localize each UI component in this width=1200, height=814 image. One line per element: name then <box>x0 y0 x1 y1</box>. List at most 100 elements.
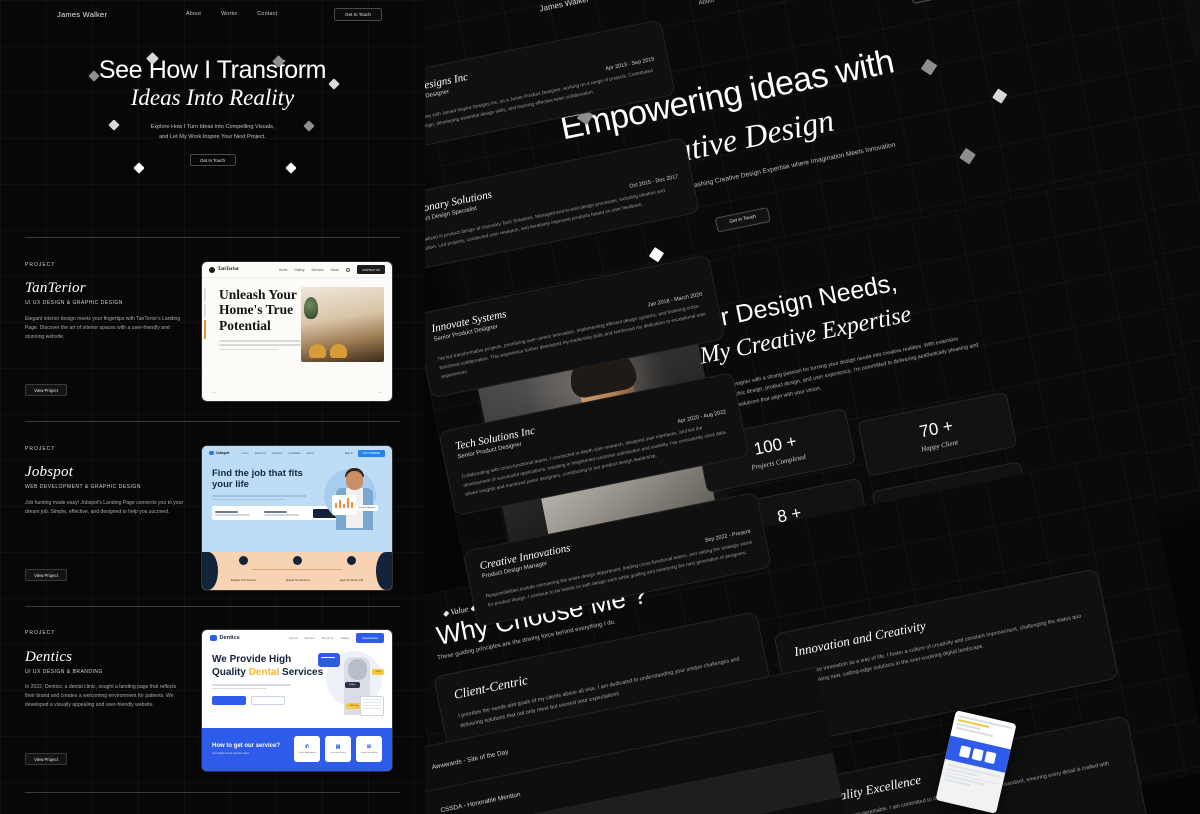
thumb-nav-actions: Sign In GET STARTED <box>345 449 385 457</box>
left-navbar: James Walker About Works Contact Get In … <box>0 0 425 28</box>
experience-card-tech-solutions: Tech Solutions Inc Senior Product Design… <box>438 372 750 517</box>
thumb-nav-service[interactable]: Service <box>304 636 314 640</box>
project-label: PROJECT <box>25 630 56 636</box>
decor-diamond <box>959 147 976 165</box>
project-tags: WEB DEVELOPMENT & GRAPHIC DESIGN <box>25 484 141 490</box>
project-thumbnail-jobspot[interactable]: Jobspot Home About Us Features Candidate… <box>201 445 393 591</box>
bar-chart-icon <box>335 498 353 508</box>
hero-section: See How I Transform Ideas Into Reality E… <box>0 56 425 167</box>
deck-get-in-touch-button[interactable]: Get in Touch <box>909 0 970 4</box>
nav-link-works[interactable]: Works <box>221 11 237 17</box>
experience-card-innovate: Innovate Systems Senior Product Designer… <box>425 254 726 399</box>
hero-cta-button[interactable]: Get In Touch <box>189 154 236 167</box>
award-text: CSSDA - Honorable Mention <box>439 791 522 814</box>
thumb-nav-links: Home Service About Us Pages Appointment <box>289 633 384 643</box>
get-in-touch-button[interactable]: Get In Touch <box>334 7 382 21</box>
thumb-nav-pages[interactable]: Pages <box>341 636 350 640</box>
thumb-navbar: Jobspot Home About Us Features Candidate… <box>202 446 392 460</box>
step-item: Apply for Dream Job <box>340 556 363 586</box>
project-thumbnail-tanterior[interactable]: TanTerior Home Gallery Services About CO… <box>201 261 393 402</box>
right-perspective-deck: ◆ Experience ◆ My Career Jouney Discover… <box>425 0 1200 814</box>
view-project-button[interactable]: View Project <box>25 384 67 396</box>
learn-more-button[interactable] <box>251 696 285 705</box>
thumb-nav-services[interactable]: Services <box>312 268 324 272</box>
thumb-brand: TanTerior <box>209 266 240 273</box>
arrow-right-icon[interactable]: → <box>377 389 383 395</box>
thumb-nav-about[interactable]: About <box>331 268 339 272</box>
thumb-nav-home[interactable]: Home <box>279 268 288 272</box>
headline-accent-dental: Dental <box>248 666 280 678</box>
arrow-left-icon[interactable]: ← <box>211 389 217 395</box>
nav-link-about[interactable]: About <box>186 11 201 17</box>
get-started-button[interactable] <box>212 696 246 705</box>
nav-link-contact[interactable]: Contact <box>257 11 277 17</box>
project-label: PROJECT <box>25 262 56 268</box>
footer-card[interactable]: ▤ Get a date & time <box>325 736 351 762</box>
indicator-tick-active <box>204 320 206 339</box>
thumb-nav-gallery[interactable]: Gallery <box>294 268 304 272</box>
footer-card[interactable]: ⊞ Consult your doctor <box>356 736 382 762</box>
view-project-button[interactable]: View Project <box>25 569 67 581</box>
thumb-navbar: Dentics Home Service About Us Pages Appo… <box>202 630 392 646</box>
wave-decor-right <box>376 552 392 590</box>
thumb-contact-button[interactable]: CONTACT US <box>357 265 385 274</box>
experience-card-inspire: Inspire Designs Inc Junior Product Desig… <box>425 19 676 155</box>
indicator-tick <box>204 288 206 301</box>
send-icon <box>346 556 356 566</box>
thumb-paragraph <box>211 340 301 351</box>
section-divider <box>25 606 400 607</box>
thumb-nav-about[interactable]: About Us <box>321 636 333 640</box>
chair-decor <box>308 344 326 358</box>
project-thumbnail-dentics[interactable]: Dentics Home Service About Us Pages Appo… <box>201 629 393 772</box>
indicator-tick <box>204 304 206 317</box>
wave-decor-left <box>202 552 218 590</box>
hero-subtext: Explore How I Turn Ideas into Compelling… <box>0 122 425 143</box>
headline-part-quality: Quality <box>212 666 249 678</box>
deck-nav-about[interactable]: About <box>698 0 715 7</box>
person-head <box>346 471 363 490</box>
thumb-brand-text: TanTerior <box>217 267 240 272</box>
thumb-brand: Jobspot <box>209 450 229 456</box>
footer-cards: ✆ Call for appointment ▤ Get a date & ti… <box>294 736 382 762</box>
project-description: Job hunting made easy! Jobspot's Landing… <box>25 500 184 515</box>
calendar-icon: ▤ <box>335 743 341 750</box>
jobtype-field[interactable] <box>263 510 309 517</box>
thumb-headline: Find the job that fits your life <box>212 468 303 491</box>
brand-logo[interactable]: James Walker <box>57 10 107 19</box>
thumb-nav-features[interactable]: Features <box>272 452 283 455</box>
footer-text: How to get our service? Just follow thes… <box>212 743 280 755</box>
search-icon[interactable] <box>346 267 351 272</box>
footer-card[interactable]: ✆ Call for appointment <box>294 736 320 762</box>
thumb-headline: Unleash Your Home's True Potential <box>219 287 297 333</box>
thumb-interior-photo <box>300 287 384 362</box>
footer-card-label: Consult your doctor <box>360 751 378 754</box>
chat-bubble-icon <box>318 653 340 667</box>
footer-card-label: Get a date & time <box>330 751 346 754</box>
location-field[interactable] <box>215 510 260 517</box>
thumb-nav-about[interactable]: About Us <box>255 452 266 455</box>
thumb-getstarted-button[interactable]: GET STARTED <box>357 449 385 457</box>
thumb-nav-hiring[interactable]: Hiring <box>307 452 314 455</box>
user-icon <box>238 556 248 566</box>
step-label: Upload Your Resume <box>285 578 311 582</box>
step-item: Upload Your Resume <box>285 556 311 586</box>
calendar-icon <box>360 696 384 716</box>
headline-line1: We Provide High <box>212 654 292 665</box>
thumb-brand-text: Dentics <box>219 635 240 641</box>
thumb-signin-link[interactable]: Sign In <box>345 452 353 455</box>
job-search-form[interactable] <box>212 506 342 521</box>
project-description: Elegant interior design meets your finge… <box>25 316 181 340</box>
view-project-button[interactable]: View Project <box>25 753 67 765</box>
footer-subtitle: Just follow these simple steps <box>212 751 249 755</box>
thumb-appointment-button[interactable]: Appointment <box>356 633 384 643</box>
step-label: Register Your Account <box>230 578 257 582</box>
thumb-nav-home[interactable]: Home <box>241 452 248 455</box>
step-item: Register Your Account <box>230 556 257 586</box>
thumb-nav-home[interactable]: Home <box>289 636 297 640</box>
thumb-nav-candidate[interactable]: Candidate <box>288 452 300 455</box>
thumb-left-col: Unleash Your Home's True Potential <box>202 278 301 384</box>
thumb-paragraph <box>212 684 292 689</box>
screenshot-root: James Walker About Works Contact Get In … <box>0 0 1200 814</box>
thumb-footer: How to get our service? Just follow thes… <box>202 728 392 771</box>
hero-headline-line2: Ideas Into Reality <box>130 85 295 110</box>
